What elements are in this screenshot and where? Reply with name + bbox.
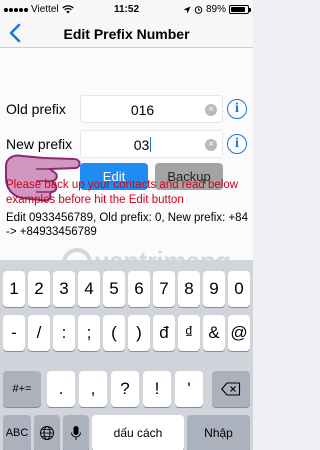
digit-key-4[interactable]: 5: [103, 271, 125, 307]
text-cursor: [150, 137, 152, 152]
symbol-key-6[interactable]: đ: [153, 315, 175, 351]
delete-key[interactable]: [212, 371, 250, 407]
return-key[interactable]: Nhập: [187, 415, 250, 450]
example-text: Edit 0933456789, Old prefix: 0, New pref…: [6, 212, 248, 238]
symbol-key-5[interactable]: ): [128, 315, 150, 351]
old-prefix-label: Old prefix: [6, 101, 66, 117]
backup-warning: Please back up your contacts and read be…: [6, 179, 239, 206]
microphone-key[interactable]: [63, 415, 89, 450]
clear-old-prefix-icon[interactable]: ×: [205, 104, 217, 116]
alarm-icon: [194, 6, 203, 14]
symbol-key-8[interactable]: &: [203, 315, 225, 351]
status-bar: Viettel 11:52 89%: [0, 0, 253, 20]
symbol-key-9[interactable]: @: [228, 315, 250, 351]
microphone-icon: [71, 426, 81, 440]
digit-key-2[interactable]: 3: [53, 271, 75, 307]
old-prefix-row: Old prefix 016 × i: [0, 95, 253, 123]
edit-prefix-form: Old prefix 016 × i New prefix 03 × i Edi…: [0, 48, 253, 260]
digit-key-8[interactable]: 9: [203, 271, 225, 307]
digit-key-6[interactable]: 7: [153, 271, 175, 307]
symbol-key-2[interactable]: :: [53, 315, 75, 351]
new-prefix-input: 03: [81, 137, 204, 153]
old-prefix-info-icon[interactable]: i: [227, 99, 247, 119]
symbol-key-7[interactable]: ₫: [178, 315, 200, 351]
digit-key-9[interactable]: 0: [228, 271, 250, 307]
numeric-keyboard: 1234567890 - /:;() đ ₫ & @ #+=.,?! ' ABC dấu c…: [0, 260, 253, 450]
digit-key-0[interactable]: 1: [3, 271, 25, 307]
location-icon: [183, 6, 191, 13]
new-prefix-value: 03: [133, 137, 150, 153]
symbols-toggle-key[interactable]: #+=: [3, 371, 41, 407]
clear-new-prefix-icon[interactable]: ×: [205, 139, 217, 151]
globe-key[interactable]: [34, 415, 60, 450]
battery-percent: 89%: [205, 4, 226, 15]
digit-key-5[interactable]: 6: [128, 271, 150, 307]
symbol-key-4[interactable]: (: [103, 315, 125, 351]
status-right: 89%: [183, 4, 251, 15]
punctuation-key-1[interactable]: .: [47, 371, 75, 407]
punctuation-key-4[interactable]: !: [143, 371, 171, 407]
symbol-key-1[interactable]: /: [28, 315, 50, 351]
new-prefix-info-icon[interactable]: i: [227, 134, 247, 154]
globe-icon: [40, 426, 54, 440]
digit-key-7[interactable]: 8: [178, 271, 200, 307]
digit-key-3[interactable]: 4: [78, 271, 100, 307]
digit-key-1[interactable]: 2: [28, 271, 50, 307]
battery-icon: [229, 5, 251, 14]
symbol-key-3[interactable]: ;: [78, 315, 100, 351]
navigation-bar: Edit Prefix Number: [0, 20, 253, 48]
punctuation-key-3[interactable]: ?: [111, 371, 139, 407]
punctuation-key-5[interactable]: ': [175, 371, 203, 407]
abc-key[interactable]: ABC: [3, 415, 31, 450]
old-prefix-value: 016: [130, 102, 155, 118]
backspace-icon: [221, 382, 241, 396]
punctuation-key-2[interactable]: ,: [79, 371, 107, 407]
symbol-key-0[interactable]: -: [3, 315, 25, 351]
page-title: Edit Prefix Number: [63, 26, 190, 42]
new-prefix-field[interactable]: 03 ×: [80, 130, 223, 158]
old-prefix-field[interactable]: 016 ×: [80, 95, 223, 123]
space-key[interactable]: dấu cách: [92, 415, 184, 450]
